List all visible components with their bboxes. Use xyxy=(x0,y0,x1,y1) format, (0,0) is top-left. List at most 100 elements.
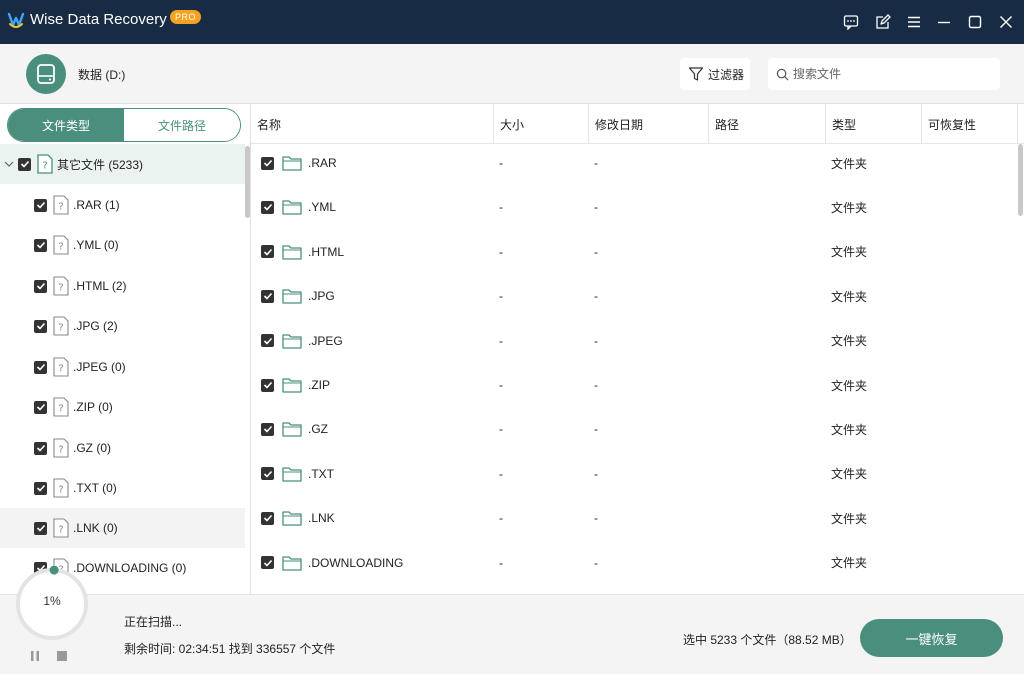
checkbox[interactable] xyxy=(34,441,47,455)
tab-file-type[interactable]: 文件类型 xyxy=(8,109,124,141)
table-row[interactable]: .HTML - - 文件夹 xyxy=(251,230,1018,274)
checkbox[interactable] xyxy=(261,378,274,392)
column-header-size[interactable]: 大小 xyxy=(494,104,589,144)
table-row[interactable]: .RAR - - 文件夹 xyxy=(251,141,1018,185)
tree-item-label: .RAR (1) xyxy=(73,198,120,212)
scan-detail: 剩余时间: 02:34:51 找到 336557 个文件 xyxy=(124,642,336,656)
close-icon[interactable] xyxy=(996,12,1016,32)
checkbox[interactable] xyxy=(261,245,274,259)
checkbox[interactable] xyxy=(34,319,47,333)
table-row[interactable]: .JPG - - 文件夹 xyxy=(251,274,1018,318)
folder-icon xyxy=(282,156,302,171)
title-bar: Wise Data Recovery PRO xyxy=(0,0,1024,44)
left-scrollbar[interactable] xyxy=(245,146,250,218)
table-row[interactable]: .YML - - 文件夹 xyxy=(251,185,1018,229)
search-input[interactable] xyxy=(793,67,993,81)
edit-icon[interactable] xyxy=(873,12,893,32)
column-header-recoverability[interactable]: 可恢复性 xyxy=(922,104,1018,144)
column-header-path[interactable]: 路径 xyxy=(709,104,826,144)
checkbox[interactable] xyxy=(261,556,274,570)
tree-item-label: .GZ (0) xyxy=(73,441,111,455)
table-row[interactable]: .DOWNLOADING - - 文件夹 xyxy=(251,541,1018,585)
row-name: .RAR xyxy=(308,156,337,170)
svg-text:?: ? xyxy=(58,525,63,536)
date-cell: - xyxy=(594,289,598,304)
checkbox[interactable] xyxy=(34,521,47,535)
checkbox[interactable] xyxy=(34,360,47,374)
checkbox[interactable] xyxy=(261,467,274,481)
name-cell: .LNK xyxy=(261,496,335,540)
filter-button[interactable]: 过滤器 xyxy=(680,58,750,90)
menu-icon[interactable] xyxy=(904,12,924,32)
table-row[interactable]: .TXT - - 文件夹 xyxy=(251,452,1018,496)
row-name: .HTML xyxy=(308,244,344,259)
tab-file-path[interactable]: 文件路径 xyxy=(124,109,240,141)
tree-item[interactable]: ? .LNK (0) xyxy=(0,508,245,548)
unknown-file-icon: ? xyxy=(37,154,53,174)
unknown-file-icon: ? xyxy=(53,397,69,417)
search-box[interactable] xyxy=(768,58,1000,90)
checkbox[interactable] xyxy=(34,279,47,293)
tree-item-label: .YML (0) xyxy=(73,238,119,252)
checkbox[interactable] xyxy=(34,238,47,252)
table-row[interactable]: .GZ - - 文件夹 xyxy=(251,407,1018,451)
checkbox[interactable] xyxy=(261,156,274,170)
tree-item[interactable]: ? .YML (0) xyxy=(0,225,245,265)
tree-item[interactable]: ? .JPEG (0) xyxy=(0,347,245,387)
feedback-icon[interactable] xyxy=(841,12,861,32)
table-row[interactable]: .LNK - - 文件夹 xyxy=(251,496,1018,540)
date-cell: - xyxy=(594,555,598,570)
type-cell: 文件夹 xyxy=(831,467,868,482)
tree-item-label: .HTML (2) xyxy=(73,279,127,293)
maximize-icon[interactable] xyxy=(965,12,985,32)
pause-icon[interactable] xyxy=(29,650,41,662)
checkbox[interactable] xyxy=(261,511,274,525)
column-header-name[interactable]: 名称 xyxy=(251,104,494,144)
column-header-type[interactable]: 类型 xyxy=(826,104,922,144)
tree-item[interactable]: ? .TXT (0) xyxy=(0,468,245,508)
tree-item[interactable]: ? .RAR (1) xyxy=(0,185,245,225)
checkbox[interactable] xyxy=(261,289,274,303)
tree-item[interactable]: ? .HTML (2) xyxy=(0,266,245,306)
unknown-file-icon: ? xyxy=(53,438,69,458)
recover-button[interactable]: 一键恢复 xyxy=(860,619,1003,657)
row-name: .JPEG xyxy=(308,333,343,348)
svg-text:?: ? xyxy=(58,485,63,496)
svg-text:?: ? xyxy=(58,323,63,334)
left-pane: 文件类型 文件路径 ? 其它文件 (5233) ? .RAR (1) ? .YM… xyxy=(0,104,251,594)
drive-icon xyxy=(26,54,66,94)
tree-item-label: .DOWNLOADING (0) xyxy=(73,561,187,575)
svg-text:?: ? xyxy=(58,242,63,253)
unknown-file-icon: ? xyxy=(53,518,69,538)
date-cell: - xyxy=(594,511,598,526)
tree-item[interactable]: ? .GZ (0) xyxy=(0,428,245,468)
tree-item[interactable]: ? .JPG (2) xyxy=(0,306,245,346)
size-cell: - xyxy=(499,156,503,170)
name-cell: .TXT xyxy=(261,452,334,496)
checkbox[interactable] xyxy=(34,481,47,495)
minimize-icon[interactable] xyxy=(934,12,954,32)
checkbox[interactable] xyxy=(261,422,274,436)
checkbox[interactable] xyxy=(18,157,31,171)
unknown-file-icon: ? xyxy=(53,235,69,255)
unknown-file-icon: ? xyxy=(53,316,69,336)
table-header: 名称 大小 修改日期 路径 类型 可恢复性 xyxy=(251,104,1024,144)
checkbox[interactable] xyxy=(261,334,274,348)
column-header-date[interactable]: 修改日期 xyxy=(589,104,709,144)
progress-percent: 1% xyxy=(43,594,61,608)
chevron-down-icon[interactable] xyxy=(4,159,14,169)
folder-icon xyxy=(282,200,302,216)
checkbox[interactable] xyxy=(34,198,47,212)
stop-icon[interactable] xyxy=(56,650,68,662)
tree-item[interactable]: ? .ZIP (0) xyxy=(0,387,245,427)
checkbox[interactable] xyxy=(261,200,274,214)
tree-root-other-files[interactable]: ? 其它文件 (5233) xyxy=(0,144,245,184)
date-cell: - xyxy=(594,200,598,215)
row-name: .GZ xyxy=(308,422,328,437)
table-row[interactable]: .JPEG - - 文件夹 xyxy=(251,319,1018,363)
table-scrollbar[interactable] xyxy=(1018,144,1023,216)
type-cell: 文件夹 xyxy=(831,200,868,215)
type-cell: 文件夹 xyxy=(831,422,868,437)
table-row[interactable]: .ZIP - - 文件夹 xyxy=(251,363,1018,407)
checkbox[interactable] xyxy=(34,400,47,414)
